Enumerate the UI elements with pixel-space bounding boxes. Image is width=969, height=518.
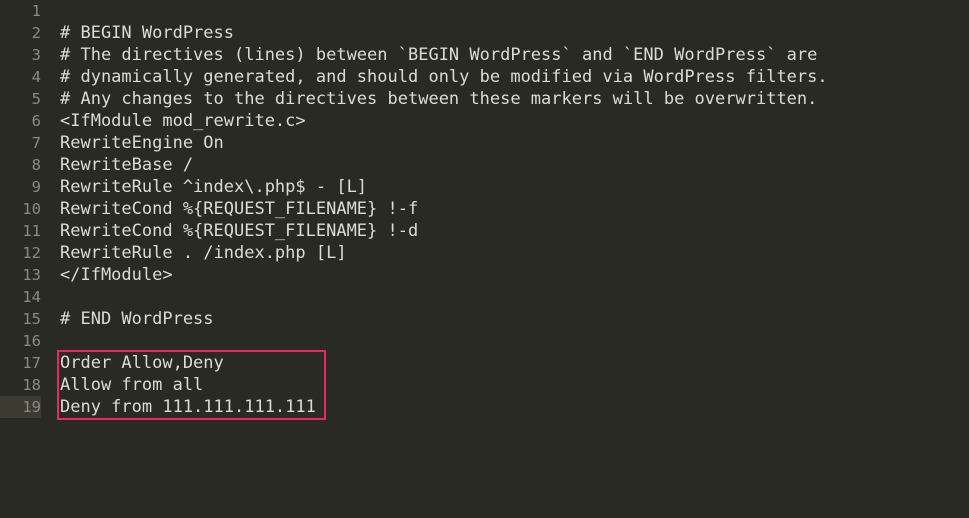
line-content[interactable]: # BEGIN WordPress <box>60 22 234 44</box>
line-content[interactable]: # dynamically generated, and should only… <box>60 66 828 88</box>
code-line[interactable]: 11 RewriteCond %{REQUEST_FILENAME} !-d <box>0 220 969 242</box>
line-number: 3 <box>31 46 41 64</box>
line-number: 7 <box>31 134 41 152</box>
line-content[interactable]: RewriteCond %{REQUEST_FILENAME} !-f <box>60 198 418 220</box>
code-lines-container[interactable]: 1 2 # BEGIN WordPress 3 # The directives (li… <box>0 0 969 518</box>
code-line[interactable]: 5 # Any changes to the directives between… <box>0 88 969 110</box>
line-number: 2 <box>31 24 41 42</box>
line-number: 16 <box>22 332 41 350</box>
code-line[interactable]: 2 # BEGIN WordPress <box>0 22 969 44</box>
line-number: 19 <box>0 396 41 418</box>
code-line[interactable]: 14 <box>0 286 969 308</box>
line-number: 4 <box>31 68 41 86</box>
line-content[interactable]: Order Allow,Deny <box>60 352 224 374</box>
line-number: 18 <box>22 376 41 394</box>
code-line[interactable]: 6 <IfModule mod_rewrite.c> <box>0 110 969 132</box>
code-line[interactable]: 18 Allow from all <box>0 374 969 396</box>
line-content[interactable]: Deny from 111.111.111.111 <box>60 396 316 418</box>
line-content[interactable]: <IfModule mod_rewrite.c> <box>60 110 306 132</box>
line-number: 15 <box>22 310 41 328</box>
line-content[interactable]: # END WordPress <box>60 308 214 330</box>
line-content[interactable]: RewriteRule ^index\.php$ - [L] <box>60 176 367 198</box>
code-line[interactable]: 9 RewriteRule ^index\.php$ - [L] <box>0 176 969 198</box>
code-line[interactable]: 8 RewriteBase / <box>0 154 969 176</box>
line-content[interactable]: # Any changes to the directives between … <box>60 88 817 110</box>
code-line[interactable]: 15 # END WordPress <box>0 308 969 330</box>
line-number: 11 <box>22 222 41 240</box>
code-line[interactable]: 10 RewriteCond %{REQUEST_FILENAME} !-f <box>0 198 969 220</box>
line-number: 1 <box>31 2 41 20</box>
line-number: 17 <box>22 354 41 372</box>
line-number: 5 <box>31 90 41 108</box>
line-content[interactable]: # The directives (lines) between `BEGIN … <box>60 44 817 66</box>
code-line[interactable]: 1 <box>0 0 969 22</box>
code-line[interactable]: 17 Order Allow,Deny <box>0 352 969 374</box>
line-number: 14 <box>22 288 41 306</box>
line-number: 8 <box>31 156 41 174</box>
line-content[interactable]: RewriteEngine On <box>60 132 224 154</box>
line-number: 12 <box>22 244 41 262</box>
code-line[interactable]: 7 RewriteEngine On <box>0 132 969 154</box>
line-content[interactable]: RewriteRule . /index.php [L] <box>60 242 347 264</box>
code-line[interactable]: 12 RewriteRule . /index.php [L] <box>0 242 969 264</box>
line-number: 9 <box>31 178 41 196</box>
line-content[interactable]: Allow from all <box>60 374 203 396</box>
line-number: 6 <box>31 112 41 130</box>
line-content[interactable]: RewriteBase / <box>60 154 193 176</box>
line-content[interactable]: </IfModule> <box>60 264 173 286</box>
code-line[interactable]: 3 # The directives (lines) between `BEGIN… <box>0 44 969 66</box>
line-number: 13 <box>22 266 41 284</box>
code-line[interactable]: 19 Deny from 111.111.111.111 <box>0 396 969 418</box>
code-line[interactable]: 16 <box>0 330 969 352</box>
code-line[interactable]: 13 </IfModule> <box>0 264 969 286</box>
code-editor[interactable]: 1 2 # BEGIN WordPress 3 # The directives (li… <box>0 0 969 518</box>
code-line[interactable]: 4 # dynamically generated, and should onl… <box>0 66 969 88</box>
line-content[interactable]: RewriteCond %{REQUEST_FILENAME} !-d <box>60 220 418 242</box>
line-number: 10 <box>22 200 41 218</box>
